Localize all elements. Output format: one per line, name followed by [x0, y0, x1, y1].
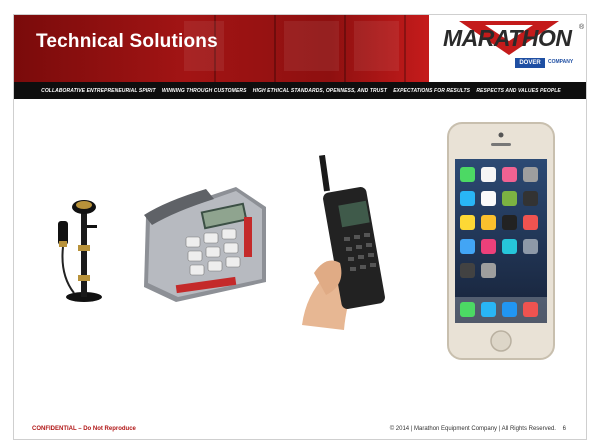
page-number: 6: [562, 426, 566, 432]
tagline-item: WINNING THROUGH CUSTOMERS: [161, 87, 247, 94]
footer-copyright: © 2014 | Marathon Equipment Company | Al…: [390, 426, 566, 432]
tagline-item: COLLABORATIVE ENTREPRENEURIAL SPIRIT: [41, 87, 156, 94]
marathon-logo-text: MARATHON: [443, 25, 572, 51]
slide: Technical Solutions MARATHON ® DOVER COM…: [13, 14, 587, 440]
smartphone-image: [447, 122, 555, 360]
dover-company-label: COMPANY: [548, 59, 574, 65]
dover-badge: DOVER: [515, 58, 545, 68]
values-tagline-bar: COLLABORATIVE ENTREPRENEURIAL SPIRIT WIN…: [14, 82, 586, 99]
marathon-logo: MARATHON ® DOVER COMPANY: [429, 15, 586, 82]
candlestick-telephone-image: [58, 200, 102, 302]
copyright-text: © 2014 | Marathon Equipment Company | Al…: [389, 426, 556, 432]
brick-mobile-phone-image: [302, 155, 385, 330]
confidential-notice: CONFIDENTIAL – Do Not Reproduce: [32, 426, 136, 432]
slide-header: Technical Solutions MARATHON ® DOVER COM…: [14, 15, 586, 82]
tagline-item: EXPECTATIONS FOR RESULTS: [393, 87, 471, 94]
tagline-item: HIGH ETHICAL STANDARDS, OPENNESS, AND TR…: [252, 87, 387, 94]
tagline-item: RESPECTS AND VALUES PEOPLE: [476, 87, 561, 94]
slide-title: Technical Solutions: [36, 31, 218, 52]
registered-mark: ®: [579, 24, 585, 31]
desk-phone-image: [144, 187, 266, 302]
